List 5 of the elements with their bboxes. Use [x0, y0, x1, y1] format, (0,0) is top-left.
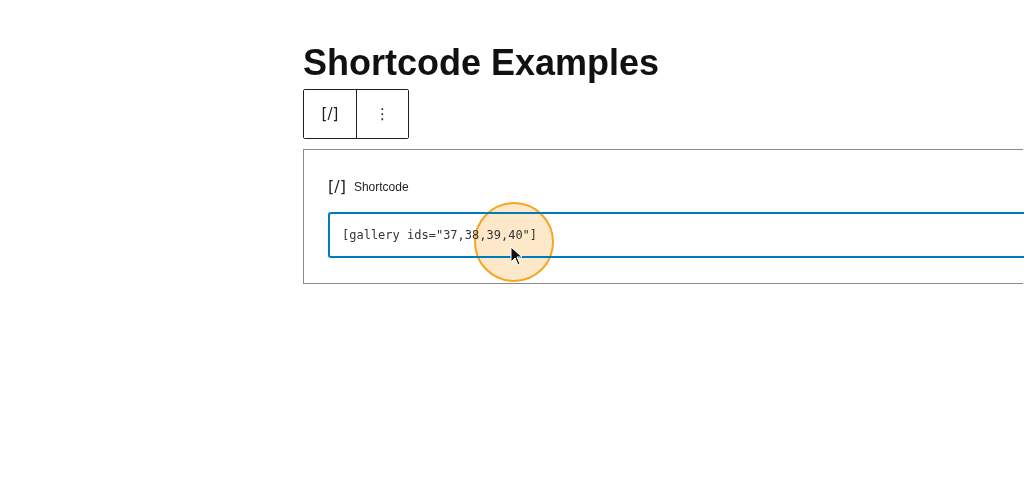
block-label: Shortcode	[353, 179, 409, 194]
shortcode-icon: [/]	[328, 177, 346, 196]
options-button[interactable]: ⋮	[356, 90, 408, 138]
page-title: Shortcode Examples	[303, 41, 660, 85]
cursor-icon	[510, 246, 524, 266]
